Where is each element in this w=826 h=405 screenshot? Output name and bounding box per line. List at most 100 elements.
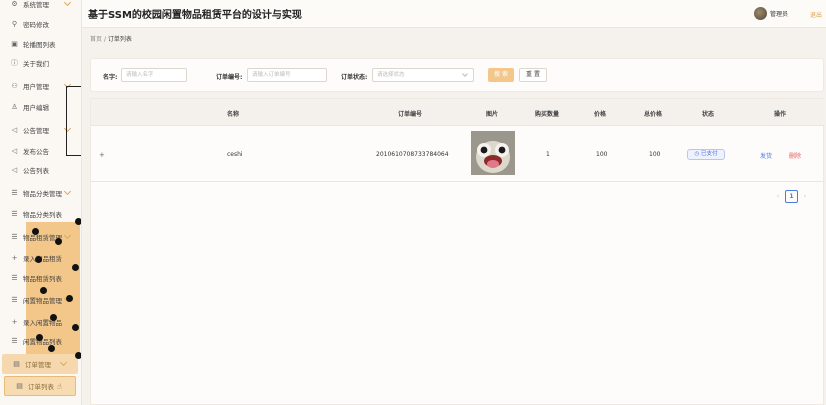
sidebar-item-category-list[interactable]: ☰ 物品分类列表 xyxy=(0,204,81,224)
image-icon: ▣ xyxy=(11,40,18,48)
breadcrumb: 首页 / 订单列表 xyxy=(90,34,132,43)
orders-table: 名称 订单编号 图片 购买数量 价格 总价格 状态 操作 + ceshi 201… xyxy=(90,98,825,405)
plus-icon: + xyxy=(11,254,18,262)
plus-icon: + xyxy=(11,318,18,326)
sidebar-item-label: 发布公告 xyxy=(23,148,49,156)
chevron-down-icon xyxy=(59,358,68,367)
col-image: 图片 xyxy=(486,111,499,118)
sidebar-item-password[interactable]: ⚲ 密码修改 xyxy=(0,14,81,34)
cell-name: ceshi xyxy=(227,151,243,158)
sidebar-item-add-idle[interactable]: + 录入闲置物品 xyxy=(0,312,81,332)
col-order-no: 订单编号 xyxy=(398,111,423,118)
doc-icon: ▤ xyxy=(13,360,20,368)
annotation-dot xyxy=(55,238,62,245)
sidebar-item-category-mgmt[interactable]: ☰ 物品分类管理 xyxy=(0,183,81,203)
status-select[interactable]: 请选择状态 xyxy=(372,68,474,82)
page-number-button[interactable]: 1 xyxy=(785,190,798,203)
info-icon: ⓘ xyxy=(11,59,18,67)
sidebar-item-label: 闲置物品管理 xyxy=(23,297,62,305)
cell-price: 100 xyxy=(596,151,608,158)
col-actions: 操作 xyxy=(774,111,787,118)
avatar xyxy=(753,7,767,20)
annotation-dot xyxy=(50,314,57,321)
search-form: 名字: 请输入名字 订单编号: 请输入订单编号 订单状态: 请选择状态 搜 索 … xyxy=(90,58,824,92)
annotation-dot xyxy=(40,287,47,294)
order-no-search-input[interactable]: 请输入订单编号 xyxy=(247,68,327,82)
status-text: 已支付 xyxy=(701,151,718,157)
breadcrumb-home[interactable]: 首页 xyxy=(90,36,102,43)
annotation-dot xyxy=(66,295,73,302)
next-page-button[interactable]: › xyxy=(798,193,812,200)
user-info[interactable]: 管理员 xyxy=(753,7,788,20)
status-badge: ◷ 已支付 xyxy=(687,149,725,160)
list-icon: ☰ xyxy=(11,233,18,241)
name-search-input[interactable]: 请输入名字 xyxy=(121,68,187,82)
status-placeholder: 请选择状态 xyxy=(377,72,405,78)
sidebar-item-label: 物品分类列表 xyxy=(23,211,62,219)
sidebar-item-label: 公告列表 xyxy=(23,167,49,175)
sidebar-item-label: 公告管理 xyxy=(23,127,49,135)
top-header: 基于SSM的校园闲置物品租赁平台的设计与实现 管理员 退出 xyxy=(82,0,826,28)
cursor-hand-icon: ☝ xyxy=(57,381,62,391)
sidebar-item-about[interactable]: ⓘ 关于我们 xyxy=(0,53,81,73)
sidebar-item-order-mgmt[interactable]: ▤ 订单管理 xyxy=(2,354,78,374)
col-quantity: 购买数量 xyxy=(535,111,560,118)
annotation-dot xyxy=(48,345,55,352)
breadcrumb-separator: / xyxy=(103,36,106,43)
annotation-bracket xyxy=(66,86,81,156)
list-icon: ☰ xyxy=(11,296,18,304)
expand-row-icon[interactable]: + xyxy=(99,151,105,159)
annotation-dot xyxy=(36,334,43,341)
logout-link[interactable]: 退出 xyxy=(810,10,822,19)
sidebar-item-carousel[interactable]: ▣ 轮播图列表 xyxy=(0,34,81,54)
annotation-dot xyxy=(32,228,39,235)
search-button[interactable]: 搜 索 xyxy=(488,68,514,82)
sidebar-item-label: 订单列表 xyxy=(28,383,54,391)
list-icon: ☰ xyxy=(11,189,18,197)
sidebar-item-label: 密码修改 xyxy=(23,21,49,29)
list-icon: ☰ xyxy=(11,337,18,345)
sidebar-item-label: 用户管理 xyxy=(23,83,49,91)
product-image xyxy=(471,131,515,175)
chevron-down-icon xyxy=(462,71,468,77)
delete-button[interactable]: 删除 xyxy=(789,151,801,160)
sidebar-item-label: 录入物品租赁 xyxy=(23,255,62,263)
sidebar-item-label: 关于我们 xyxy=(23,60,49,68)
status-label: 订单状态: xyxy=(341,74,368,81)
chevron-down-icon xyxy=(63,187,72,196)
table-header: 名称 订单编号 图片 购买数量 价格 总价格 状态 操作 xyxy=(91,99,825,126)
sidebar: ⚙ 系统管理 ⚲ 密码修改 ▣ 轮播图列表 ⓘ 关于我们 ⚇ 用户管理 ♙ 用户编辑 ◁ 公告… xyxy=(0,0,82,405)
sidebar-item-notice-list[interactable]: ◁ 公告列表 xyxy=(0,160,81,180)
sidebar-item-order-list[interactable]: ▤ 订单列表 ☝ xyxy=(4,376,76,396)
sidebar-item-label: 用户编辑 xyxy=(23,104,49,112)
chevron-down-icon xyxy=(63,0,72,7)
annotation-dot xyxy=(35,256,42,263)
col-name: 名称 xyxy=(227,111,240,118)
col-total: 总价格 xyxy=(644,111,663,118)
prev-page-button[interactable]: ‹ xyxy=(771,193,785,200)
doc-icon: ▤ xyxy=(16,382,23,390)
speaker-icon: ◁ xyxy=(11,126,18,134)
order-no-label: 订单编号: xyxy=(216,74,243,81)
breadcrumb-current: 订单列表 xyxy=(107,36,132,43)
annotation-dot xyxy=(72,324,79,331)
sidebar-item-rental-list[interactable]: ☰ 物品租赁列表 xyxy=(0,268,81,288)
chevron-down-icon xyxy=(63,231,72,240)
col-price: 价格 xyxy=(594,111,607,118)
app-title: 基于SSM的校园闲置物品租赁平台的设计与实现 xyxy=(88,10,302,21)
ship-button[interactable]: 发货 xyxy=(760,151,772,160)
reset-button[interactable]: 重 置 xyxy=(519,68,547,82)
speaker-icon: ◁ xyxy=(11,166,18,174)
table-row: + ceshi 2010610708733784064 1 100 100 ◷ … xyxy=(91,127,825,182)
col-status: 状态 xyxy=(702,111,715,118)
pagination: ‹ 1 › xyxy=(771,190,812,203)
sidebar-item-label: 物品租赁列表 xyxy=(23,275,62,283)
gear-icon: ⚙ xyxy=(11,0,18,8)
sidebar-item-label: 轮播图列表 xyxy=(23,41,56,49)
cell-order-no: 2010610708733784064 xyxy=(376,151,449,158)
cell-total: 100 xyxy=(649,151,661,158)
speaker-icon: ◁ xyxy=(11,147,18,155)
sidebar-item-system[interactable]: ⚙ 系统管理 xyxy=(0,0,81,14)
sidebar-item-rental-mgmt[interactable]: ☰ 物品租赁管理 xyxy=(0,227,81,247)
list-icon: ☰ xyxy=(11,210,18,218)
